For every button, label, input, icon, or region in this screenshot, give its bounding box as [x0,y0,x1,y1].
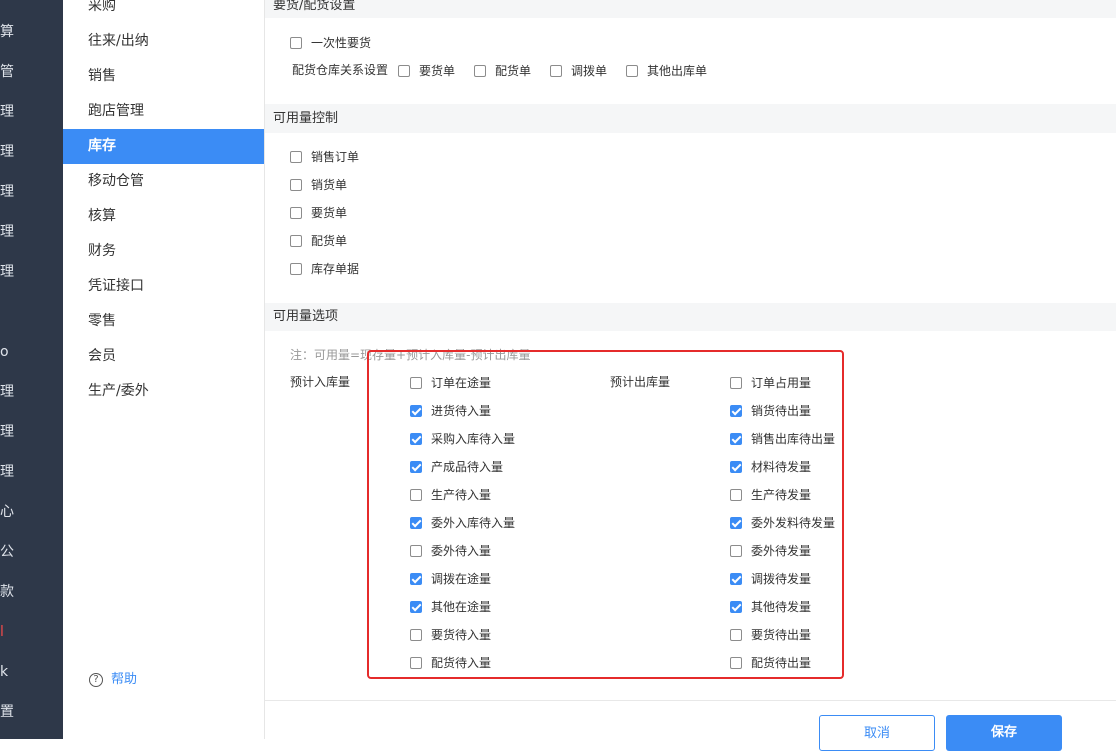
nav-item-fragment[interactable]: 理 [0,222,40,242]
sub-nav-item[interactable]: 会员 [63,339,264,374]
nav-item-fragment[interactable]: o [0,342,40,362]
main-nav: 算管理理理理理o理理理心公款lk置 [0,0,63,739]
checkbox-unchecked[interactable] [290,206,302,219]
sub-nav-item[interactable]: 往来/出纳 [63,24,264,59]
checkbox-label: 配货单 [311,233,348,248]
settings-sub-nav: 生产/委外 会员 零售 凭证接口 财务 核算 移动仓管 库存 跑店管理 销售 往来/出纳 采购 ? 帮助 [63,0,265,739]
nav-item-fragment[interactable]: 理 [0,182,40,202]
nav-item-fragment[interactable]: 置 [0,702,40,722]
avail-control-checkbox[interactable]: 库存单据 [290,258,359,278]
nav-item-fragment[interactable]: 理 [0,102,40,122]
checkbox-unchecked[interactable] [398,64,410,77]
checkbox-label: 库存单据 [311,261,360,276]
nav-item-fragment[interactable]: 款 [0,582,40,602]
checkbox-label: 销货单 [311,177,348,192]
nav-item-fragment[interactable]: 理 [0,462,40,482]
sub-nav-item[interactable]: 采购 [63,0,264,24]
nav-item-fragment[interactable]: 理 [0,142,40,162]
sub-nav-item[interactable]: 销售 [63,59,264,94]
avail-control-checkbox[interactable]: 销售订单 [290,146,359,166]
nav-item-fragment[interactable]: 理 [0,382,40,402]
section-title-avail-control: 可用量控制 [265,104,1116,133]
help-icon: ? [89,672,103,687]
warehouse-option-checkbox[interactable]: 其他出库单 [626,60,707,80]
warehouse-option-checkbox[interactable]: 要货单 [398,60,455,80]
checkbox-unchecked[interactable] [290,234,302,247]
checkbox-unchecked[interactable] [290,178,302,191]
help-link[interactable]: ? 帮助 [89,670,137,690]
checkbox-unchecked[interactable] [290,150,302,163]
nav-item-fragment[interactable]: 理 [0,262,40,282]
sub-nav-item[interactable]: 凭证接口 [63,269,264,304]
checkbox-label: 配货单 [495,63,532,78]
checkbox-label: 调拨单 [571,63,608,78]
footer-bar: 取消 保存 [265,700,1116,751]
sub-nav-item[interactable]: 零售 [63,304,264,339]
checkbox-label: 要货单 [311,205,348,220]
nav-item-fragment[interactable]: 管 [0,62,40,82]
warehouse-relation-label: 配货仓库关系设置 [292,63,389,77]
sub-nav-item[interactable]: 财务 [63,234,264,269]
checkbox-label: 其他出库单 [647,63,708,78]
checkbox-box[interactable] [290,36,302,49]
save-button[interactable]: 保存 [946,715,1062,751]
checkbox-unchecked[interactable] [550,64,562,77]
avail-control-checkbox[interactable]: 配货单 [290,230,347,250]
expected-in-label: 预计入库量 [290,375,351,389]
checkbox-unchecked[interactable] [474,64,486,77]
nav-item-fragment[interactable]: k [0,662,40,682]
warehouse-option-checkbox[interactable]: 调拨单 [550,60,607,80]
section-title-avail-options: 可用量选项 [265,303,1116,331]
sub-nav-item[interactable]: 跑店管理 [63,94,264,129]
sub-nav-item[interactable]: 生产/委外 [63,374,264,409]
one-time-request-checkbox[interactable]: 一次性要货 [290,32,371,52]
help-label: 帮助 [111,672,138,687]
sub-nav-item[interactable]: 移动仓管 [63,164,264,199]
nav-item-fragment[interactable]: 理 [0,422,40,442]
highlight-box [367,350,844,679]
cancel-button[interactable]: 取消 [819,715,935,751]
checkbox-unchecked[interactable] [290,262,302,275]
avail-control-checkbox[interactable]: 要货单 [290,202,347,222]
checkbox-label: 要货单 [419,63,456,78]
nav-item-fragment[interactable]: 心 [0,502,40,522]
section-title-request: 要货/配货设置 [265,0,1116,18]
checkbox-label: 销售订单 [311,149,360,164]
sub-nav-item[interactable]: 核算 [63,199,264,234]
sub-nav-item[interactable]: 库存 [63,129,264,164]
avail-control-checkbox[interactable]: 销货单 [290,174,347,194]
nav-item-fragment[interactable]: 公 [0,542,40,562]
warehouse-option-checkbox[interactable]: 配货单 [474,60,531,80]
checkbox-unchecked[interactable] [626,64,638,77]
nav-item-fragment[interactable]: l [0,622,40,642]
nav-item-fragment[interactable]: 算 [0,22,40,42]
